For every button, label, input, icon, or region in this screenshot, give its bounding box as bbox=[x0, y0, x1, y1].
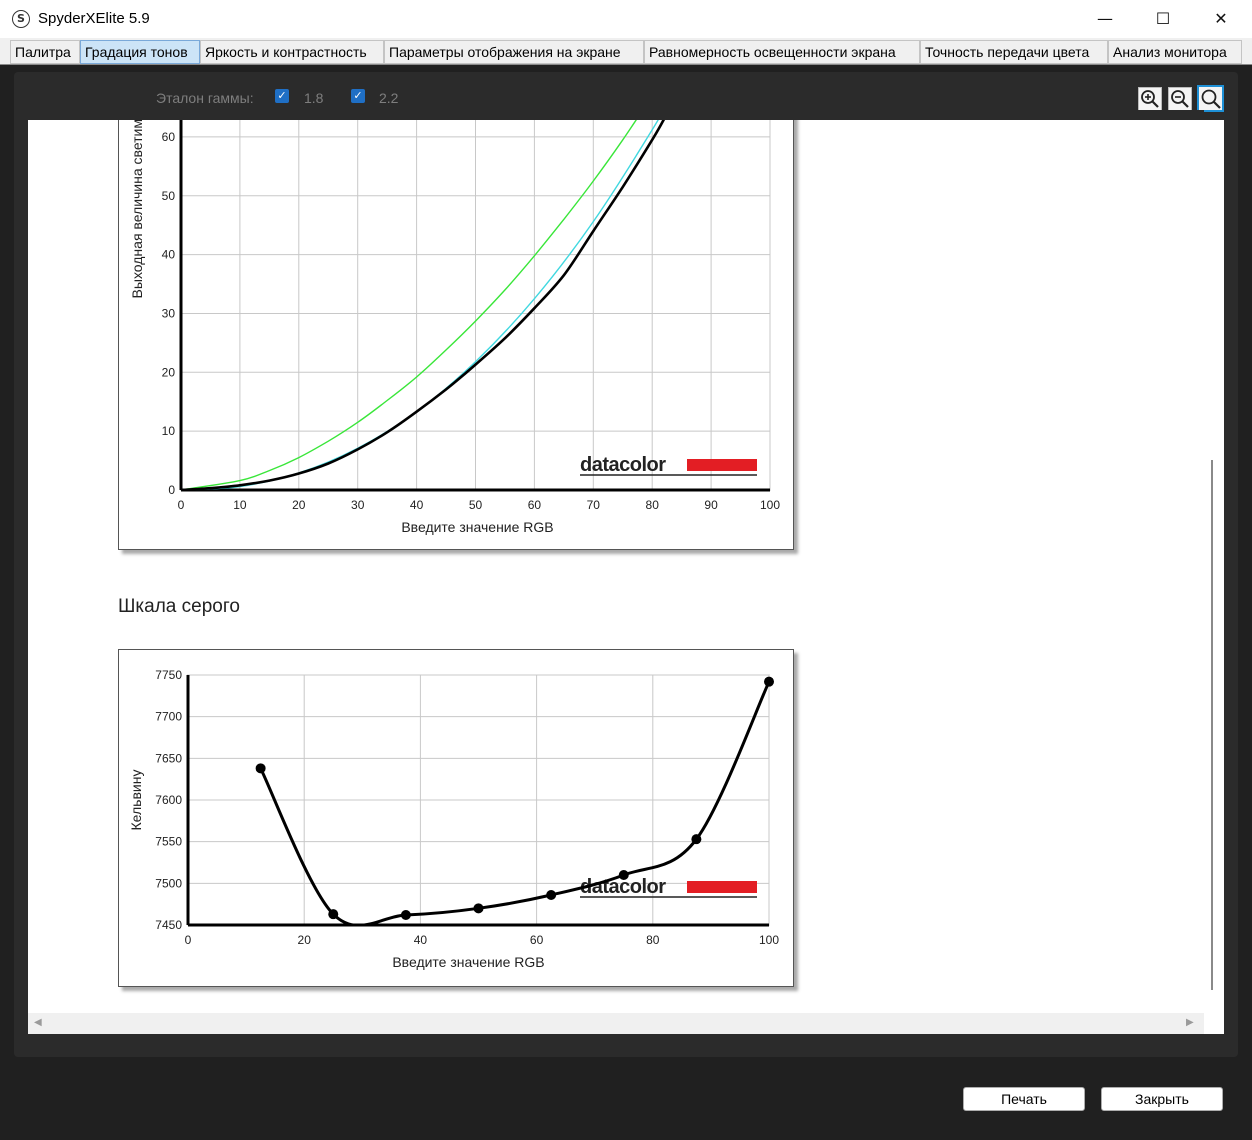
zoom-in-button[interactable] bbox=[1138, 87, 1162, 111]
chart1-y-tick-label: 50 bbox=[162, 189, 176, 203]
chart1-datacolor-logo-bar bbox=[687, 459, 757, 471]
close-window-button[interactable]: ✕ bbox=[1192, 0, 1250, 38]
gamma-2-2-label: 2.2 bbox=[379, 90, 399, 106]
tab-monitor-analysis[interactable]: Анализ монитора bbox=[1108, 40, 1242, 64]
title-bar: S SpyderXElite 5.9 — ☐ ✕ bbox=[0, 0, 1252, 38]
gamma-reference-label: Эталон гаммы: bbox=[156, 90, 254, 106]
window-title: SpyderXElite 5.9 bbox=[38, 10, 150, 27]
viewport-edge bbox=[28, 110, 1204, 120]
zoom-in-icon bbox=[1141, 90, 1159, 108]
chart2-x-tick-label: 80 bbox=[646, 933, 660, 947]
tab-brightness-contrast[interactable]: Яркость и контрастность bbox=[200, 40, 384, 64]
chart2-x-tick-label: 0 bbox=[185, 933, 192, 947]
close-button[interactable]: Закрыть bbox=[1101, 1087, 1223, 1111]
tab-display-settings[interactable]: Параметры отображения на экране bbox=[384, 40, 644, 64]
chart1-x-tick-label: 60 bbox=[528, 498, 542, 512]
tab-palette[interactable]: Палитра bbox=[10, 40, 80, 64]
zoom-fit-icon bbox=[1201, 89, 1221, 109]
chart2-y-tick-label: 7500 bbox=[155, 876, 182, 890]
scroll-right-arrow-icon[interactable]: ▶ bbox=[1186, 1017, 1194, 1028]
chart1-x-tick-label: 0 bbox=[178, 498, 185, 512]
chart2-y-tick-label: 7650 bbox=[155, 751, 182, 765]
chart2-datacolor-logo-bar bbox=[687, 881, 757, 893]
chart1-x-tick-label: 50 bbox=[469, 498, 483, 512]
gamma-2-2-checkbox[interactable]: ✓ bbox=[351, 89, 365, 103]
chart2-y-tick-label: 7550 bbox=[155, 835, 182, 849]
horizontal-scrollbar[interactable] bbox=[28, 1013, 1204, 1034]
zoom-out-button[interactable] bbox=[1168, 87, 1192, 111]
chart2-x-tick-label: 100 bbox=[759, 933, 779, 947]
tab-tone-gradation[interactable]: Градация тонов bbox=[80, 40, 200, 64]
chart1-y-tick-label: 20 bbox=[162, 365, 176, 379]
minimize-button[interactable]: — bbox=[1076, 0, 1134, 38]
gamma-1-8-checkbox[interactable]: ✓ bbox=[275, 89, 289, 103]
chart2-data-point bbox=[255, 763, 266, 774]
chart2-data-point bbox=[764, 676, 774, 687]
chart1-datacolor-logo: datacolor bbox=[580, 454, 666, 476]
vertical-scrollbar[interactable] bbox=[1203, 120, 1224, 1034]
maximize-button[interactable]: ☐ bbox=[1134, 0, 1192, 38]
chart2-data-point bbox=[328, 909, 339, 920]
chart2-y-tick-label: 7700 bbox=[155, 710, 182, 724]
chart2-y-tick-label: 7750 bbox=[155, 668, 182, 682]
print-button[interactable]: Печать bbox=[963, 1087, 1085, 1111]
chart1-y-tick-label: 10 bbox=[162, 424, 176, 438]
chart1-x-tick-label: 100 bbox=[760, 498, 780, 512]
chart1-x-tick-label: 30 bbox=[351, 498, 365, 512]
gray-scale-chart: 0 20 40 60 80 100 7450 7500 7550 7600 7650 7700 7750… bbox=[118, 649, 794, 987]
zoom-out-icon bbox=[1171, 90, 1189, 108]
chart2-x-tick-label: 60 bbox=[530, 933, 544, 947]
tab-color-accuracy[interactable]: Точность передачи цвета bbox=[920, 40, 1108, 64]
gamma-chart: 0 10 20 30 40 50 60 70 80 90 100 0 10 20 30 40 50 60 datac… bbox=[118, 109, 794, 550]
chart1-y-tick-label: 40 bbox=[162, 248, 176, 262]
chart1-x-tick-label: 20 bbox=[292, 498, 306, 512]
chart2-data-point bbox=[400, 910, 411, 920]
scroll-left-arrow-icon[interactable]: ◀ bbox=[34, 1017, 42, 1028]
gray-scale-chart-svg: 0 20 40 60 80 100 7450 7500 7550 7600 7650 7700 7750… bbox=[128, 668, 779, 970]
tab-screen-uniformity[interactable]: Равномерность освещенности экрана bbox=[644, 40, 920, 64]
chart1-y-tick-label: 0 bbox=[168, 483, 175, 497]
vertical-scroll-thumb[interactable] bbox=[1211, 460, 1213, 990]
chart1-x-tick-label: 70 bbox=[587, 498, 601, 512]
chart2-x-tick-label: 40 bbox=[414, 933, 428, 947]
chart2-y-tick-label: 7450 bbox=[155, 918, 182, 932]
chart2-y-tick-label: 7600 bbox=[155, 793, 182, 807]
chart2-data-point bbox=[473, 903, 484, 914]
chart2-data-point bbox=[618, 870, 629, 880]
section-title-gray-scale: Шкала серого bbox=[118, 596, 240, 617]
zoom-fit-button[interactable] bbox=[1197, 85, 1224, 112]
chart1-x-tick-label: 40 bbox=[410, 498, 424, 512]
gamma-chart-svg: 0 10 20 30 40 50 60 70 80 90 100 0 10 20 30 40 50 60 datac… bbox=[129, 109, 780, 535]
chart1-x-tick-label: 90 bbox=[704, 498, 718, 512]
chart1-x-tick-label: 80 bbox=[646, 498, 660, 512]
chart1-y-tick-label: 30 bbox=[162, 306, 176, 320]
chart1-y-tick-label: 60 bbox=[162, 130, 176, 144]
chart2-y-axis-label: Кельвину bbox=[128, 770, 144, 831]
chart1-x-axis-label: Введите значение RGB bbox=[401, 519, 553, 535]
chart1-x-tick-label: 10 bbox=[233, 498, 247, 512]
chart2-x-tick-label: 20 bbox=[298, 933, 312, 947]
chart2-data-point bbox=[546, 890, 557, 900]
tab-bar: Палитра Градация тонов Яркость и контрас… bbox=[0, 38, 1252, 65]
chart1-y-axis-label: Выходная величина светим bbox=[129, 119, 145, 298]
chart2-data-point bbox=[691, 834, 702, 845]
app-logo-icon: S bbox=[12, 10, 30, 28]
chart2-x-axis-label: Введите значение RGB bbox=[392, 954, 544, 970]
gamma-1-8-label: 1.8 bbox=[304, 90, 324, 106]
